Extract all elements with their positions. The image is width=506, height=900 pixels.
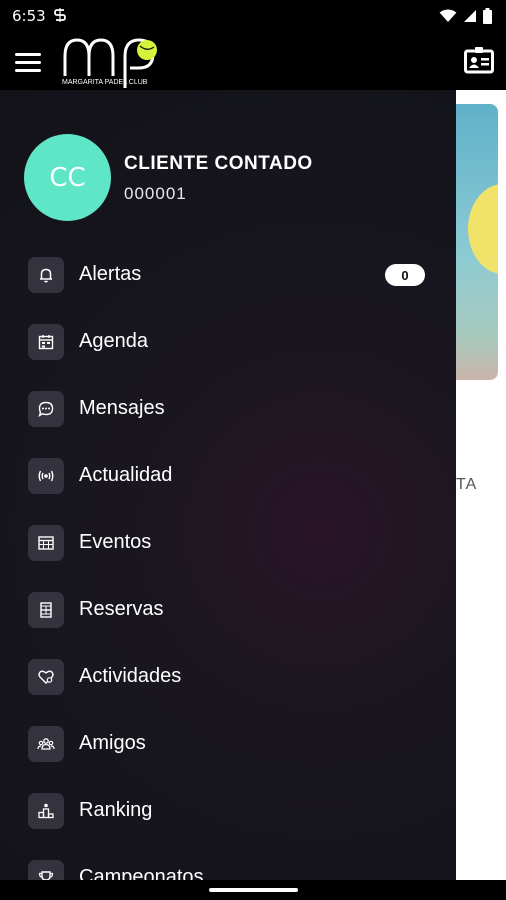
club-logo: MARGARITA PADEL CLUB	[62, 34, 172, 88]
calendar-icon	[28, 324, 64, 360]
podium-icon	[28, 793, 64, 829]
user-id: 000001	[124, 184, 187, 203]
menu-item-label: Reservas	[79, 598, 164, 620]
background-partial-text: TA	[456, 476, 478, 493]
wifi-icon	[439, 9, 457, 28]
menu-item-label: Agenda	[79, 330, 148, 352]
alerts-count-badge: 0	[385, 264, 425, 286]
court-icon	[28, 592, 64, 628]
navigation-drawer: CC CLIENTE CONTADO 000001 Alertas 0 Agen…	[0, 90, 456, 880]
system-navigation-bar	[0, 880, 506, 900]
menu-item-amigos[interactable]: Amigos	[0, 726, 456, 793]
svg-text:MARGARITA PADEL CLUB: MARGARITA PADEL CLUB	[62, 79, 148, 86]
battery-icon	[483, 8, 492, 29]
status-time: 6:53	[12, 7, 46, 25]
menu-item-label: Eventos	[79, 531, 152, 553]
grid-calendar-icon	[28, 525, 64, 561]
menu-item-eventos[interactable]: Eventos	[0, 525, 456, 592]
avatar[interactable]: CC	[24, 134, 111, 221]
menu-item-mensajes[interactable]: Mensajes	[0, 391, 456, 458]
heart-icon	[28, 659, 64, 695]
group-icon	[28, 726, 64, 762]
menu-item-label: Ranking	[79, 799, 153, 821]
menu-item-label: Campeonatos	[79, 866, 204, 880]
menu-item-alertas[interactable]: Alertas 0	[0, 257, 456, 324]
menu-item-ranking[interactable]: Ranking	[0, 793, 456, 860]
id-card-icon[interactable]	[464, 46, 494, 74]
bell-icon	[28, 257, 64, 293]
status-bar: 6:53	[0, 0, 506, 32]
menu-item-label: Actualidad	[79, 464, 173, 486]
trophy-icon	[28, 860, 64, 880]
s-notification-icon	[54, 7, 66, 26]
hamburger-menu-icon[interactable]	[15, 53, 41, 72]
menu-item-label: Alertas	[79, 263, 142, 285]
user-name: CLIENTE CONTADO	[124, 153, 313, 174]
broadcast-icon	[28, 458, 64, 494]
menu-item-actualidad[interactable]: Actualidad	[0, 458, 456, 525]
menu-item-label: Actividades	[79, 665, 182, 687]
menu-item-agenda[interactable]: Agenda	[0, 324, 456, 391]
menu-item-actividades[interactable]: Actividades	[0, 659, 456, 726]
menu-item-reservas[interactable]: Reservas	[0, 592, 456, 659]
menu-item-campeonatos[interactable]: Campeonatos	[0, 860, 456, 880]
chat-icon	[28, 391, 64, 427]
signal-icon	[463, 9, 477, 28]
menu-item-label: Mensajes	[79, 397, 165, 419]
app-bar: MARGARITA PADEL CLUB	[0, 32, 506, 90]
promo-image	[456, 104, 498, 380]
menu-item-label: Amigos	[79, 732, 146, 754]
home-gesture-handle[interactable]	[209, 888, 298, 892]
